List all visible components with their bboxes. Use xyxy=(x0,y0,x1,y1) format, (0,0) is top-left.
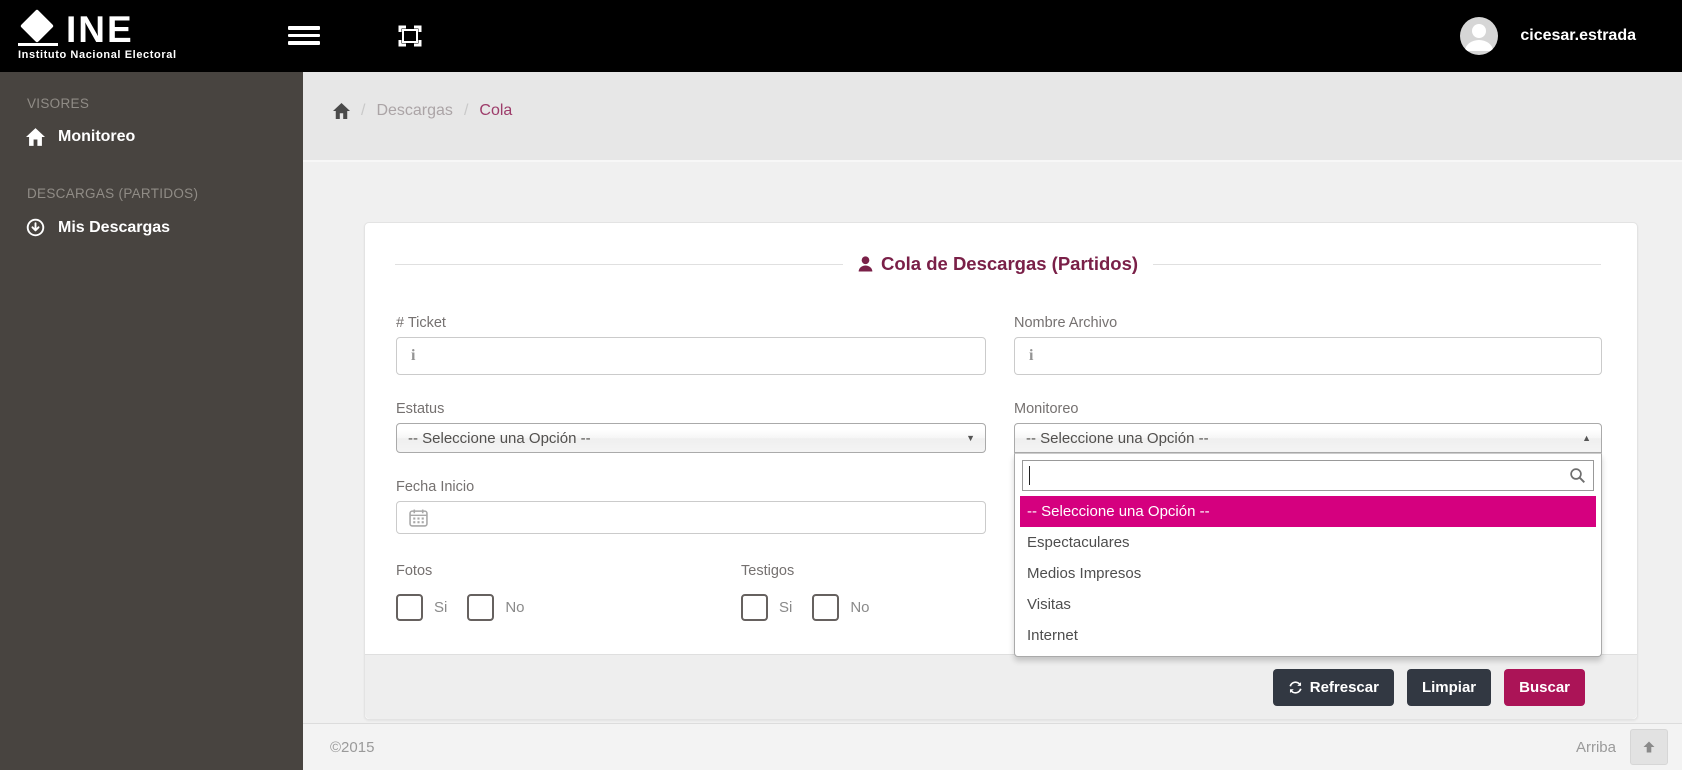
fecha-inicio-input[interactable] xyxy=(396,501,986,534)
site-footer: ©2015 Arriba xyxy=(303,723,1682,770)
nombre-archivo-input[interactable] xyxy=(1014,337,1602,375)
sidebar-header-descargas: DESCARGAS (PARTIDOS) xyxy=(27,186,199,201)
back-to-top-label: Arriba xyxy=(1575,738,1616,756)
panel-footer: Refrescar Limpiar Buscar xyxy=(365,654,1637,719)
monitoreo-selected-value: -- Seleccione una Opción -- xyxy=(1026,429,1209,447)
person-icon xyxy=(858,256,873,272)
nombre-archivo-label: Nombre Archivo xyxy=(1014,315,1118,331)
top-navbar: INE Instituto Nacional Electoral cicesar… xyxy=(0,0,1682,72)
estatus-select[interactable]: -- Seleccione una Opción -- ▼ xyxy=(396,423,986,453)
monitoreo-search-input[interactable] xyxy=(1022,460,1594,491)
breadcrumb-item-descargas[interactable]: Descargas xyxy=(376,102,452,120)
home-icon xyxy=(26,128,45,146)
sidebar-header-visores: VISORES xyxy=(27,96,90,111)
fotos-label: Fotos xyxy=(396,563,433,579)
monitoreo-select[interactable]: -- Seleccione una Opción -- ▲ -- Selecci… xyxy=(1014,423,1602,657)
sidebar-item-monitoreo[interactable]: Monitoreo xyxy=(26,128,135,146)
download-circle-icon xyxy=(26,218,45,237)
panel-title: Cola de Descargas (Partidos) xyxy=(858,253,1138,275)
app-root: INE Instituto Nacional Electoral cicesar… xyxy=(0,0,1682,770)
fullscreen-icon[interactable] xyxy=(398,24,422,53)
panel-title-row: Cola de Descargas (Partidos) xyxy=(395,253,1601,275)
fotos-no-label: No xyxy=(505,599,525,616)
sidebar-item-label: Monitoreo xyxy=(58,128,136,145)
main-content: / Descargas / Cola Cola de Descargas (Pa… xyxy=(303,72,1682,770)
option-seleccione[interactable]: -- Seleccione una Opción -- xyxy=(1020,496,1596,527)
estatus-selected-value: -- Seleccione una Opción -- xyxy=(408,429,591,447)
fecha-inicio-label: Fecha Inicio xyxy=(396,479,475,495)
calendar-icon xyxy=(409,508,428,527)
brand-caption: Instituto Nacional Electoral xyxy=(18,48,177,61)
home-icon[interactable] xyxy=(333,103,350,119)
back-to-top-button[interactable] xyxy=(1630,729,1668,765)
fotos-si-checkbox[interactable] xyxy=(396,594,423,621)
breadcrumb-separator: / xyxy=(361,102,366,119)
testigos-no-checkbox[interactable] xyxy=(812,594,840,621)
info-icon: i xyxy=(411,347,416,364)
testigos-label: Testigos xyxy=(741,563,795,579)
avatar xyxy=(1460,17,1499,55)
testigos-si-checkbox[interactable] xyxy=(741,594,768,621)
sidebar: VISORES Monitoreo DESCARGAS (PARTIDOS) M… xyxy=(0,72,303,770)
panel-body: Cola de Descargas (Partidos) # Ticket i … xyxy=(365,223,1637,657)
breadcrumb-separator: / xyxy=(463,102,469,119)
ine-diamond-icon xyxy=(18,8,58,46)
sidebar-item-mis-descargas[interactable]: Mis Descargas xyxy=(26,218,170,237)
monitoreo-label: Monitoreo xyxy=(1014,401,1079,417)
username: cicesar.estrada xyxy=(1520,27,1636,44)
brand-name: INE xyxy=(66,8,134,50)
limpiar-button[interactable]: Limpiar xyxy=(1406,668,1492,706)
chevron-down-icon: ▼ xyxy=(966,433,975,443)
estatus-label: Estatus xyxy=(396,401,445,417)
breadcrumb: / Descargas / Cola xyxy=(333,102,512,120)
monitoreo-options-list: -- Seleccione una Opción -- Espectacular… xyxy=(1020,496,1596,651)
breadcrumb-item-cola: Cola xyxy=(479,102,513,119)
hamburger-menu-icon[interactable] xyxy=(288,26,320,45)
fotos-si-label: Si xyxy=(434,599,448,616)
option-internet[interactable]: Internet xyxy=(1020,620,1596,651)
monitoreo-dropdown: -- Seleccione una Opción -- Espectacular… xyxy=(1014,453,1602,657)
option-medios-impresos[interactable]: Medios Impresos xyxy=(1020,558,1596,589)
testigos-si-label: Si xyxy=(779,599,793,616)
ine-logo[interactable]: INE Instituto Nacional Electoral xyxy=(0,8,303,61)
text-cursor xyxy=(1029,466,1030,485)
info-icon: i xyxy=(1029,347,1034,364)
download-queue-panel: Cola de Descargas (Partidos) # Ticket i … xyxy=(364,222,1638,720)
option-visitas[interactable]: Visitas xyxy=(1020,589,1596,620)
copyright: ©2015 xyxy=(330,738,375,756)
user-menu[interactable]: cicesar.estrada xyxy=(1460,0,1636,72)
buscar-button[interactable]: Buscar xyxy=(1504,668,1585,706)
breadcrumb-band: / Descargas / Cola xyxy=(303,72,1682,162)
search-icon xyxy=(1569,467,1586,484)
arrow-up-icon xyxy=(1641,739,1657,755)
chevron-up-icon: ▲ xyxy=(1582,433,1591,443)
option-espectaculares[interactable]: Espectaculares xyxy=(1020,527,1596,558)
testigos-no-label: No xyxy=(850,599,870,616)
fotos-no-checkbox[interactable] xyxy=(467,594,495,621)
sidebar-item-label: Mis Descargas xyxy=(58,218,171,236)
ticket-input[interactable] xyxy=(396,337,986,375)
refrescar-button[interactable]: Refrescar xyxy=(1272,668,1394,706)
refresh-icon xyxy=(1288,680,1303,695)
ticket-label: # Ticket xyxy=(396,315,446,331)
